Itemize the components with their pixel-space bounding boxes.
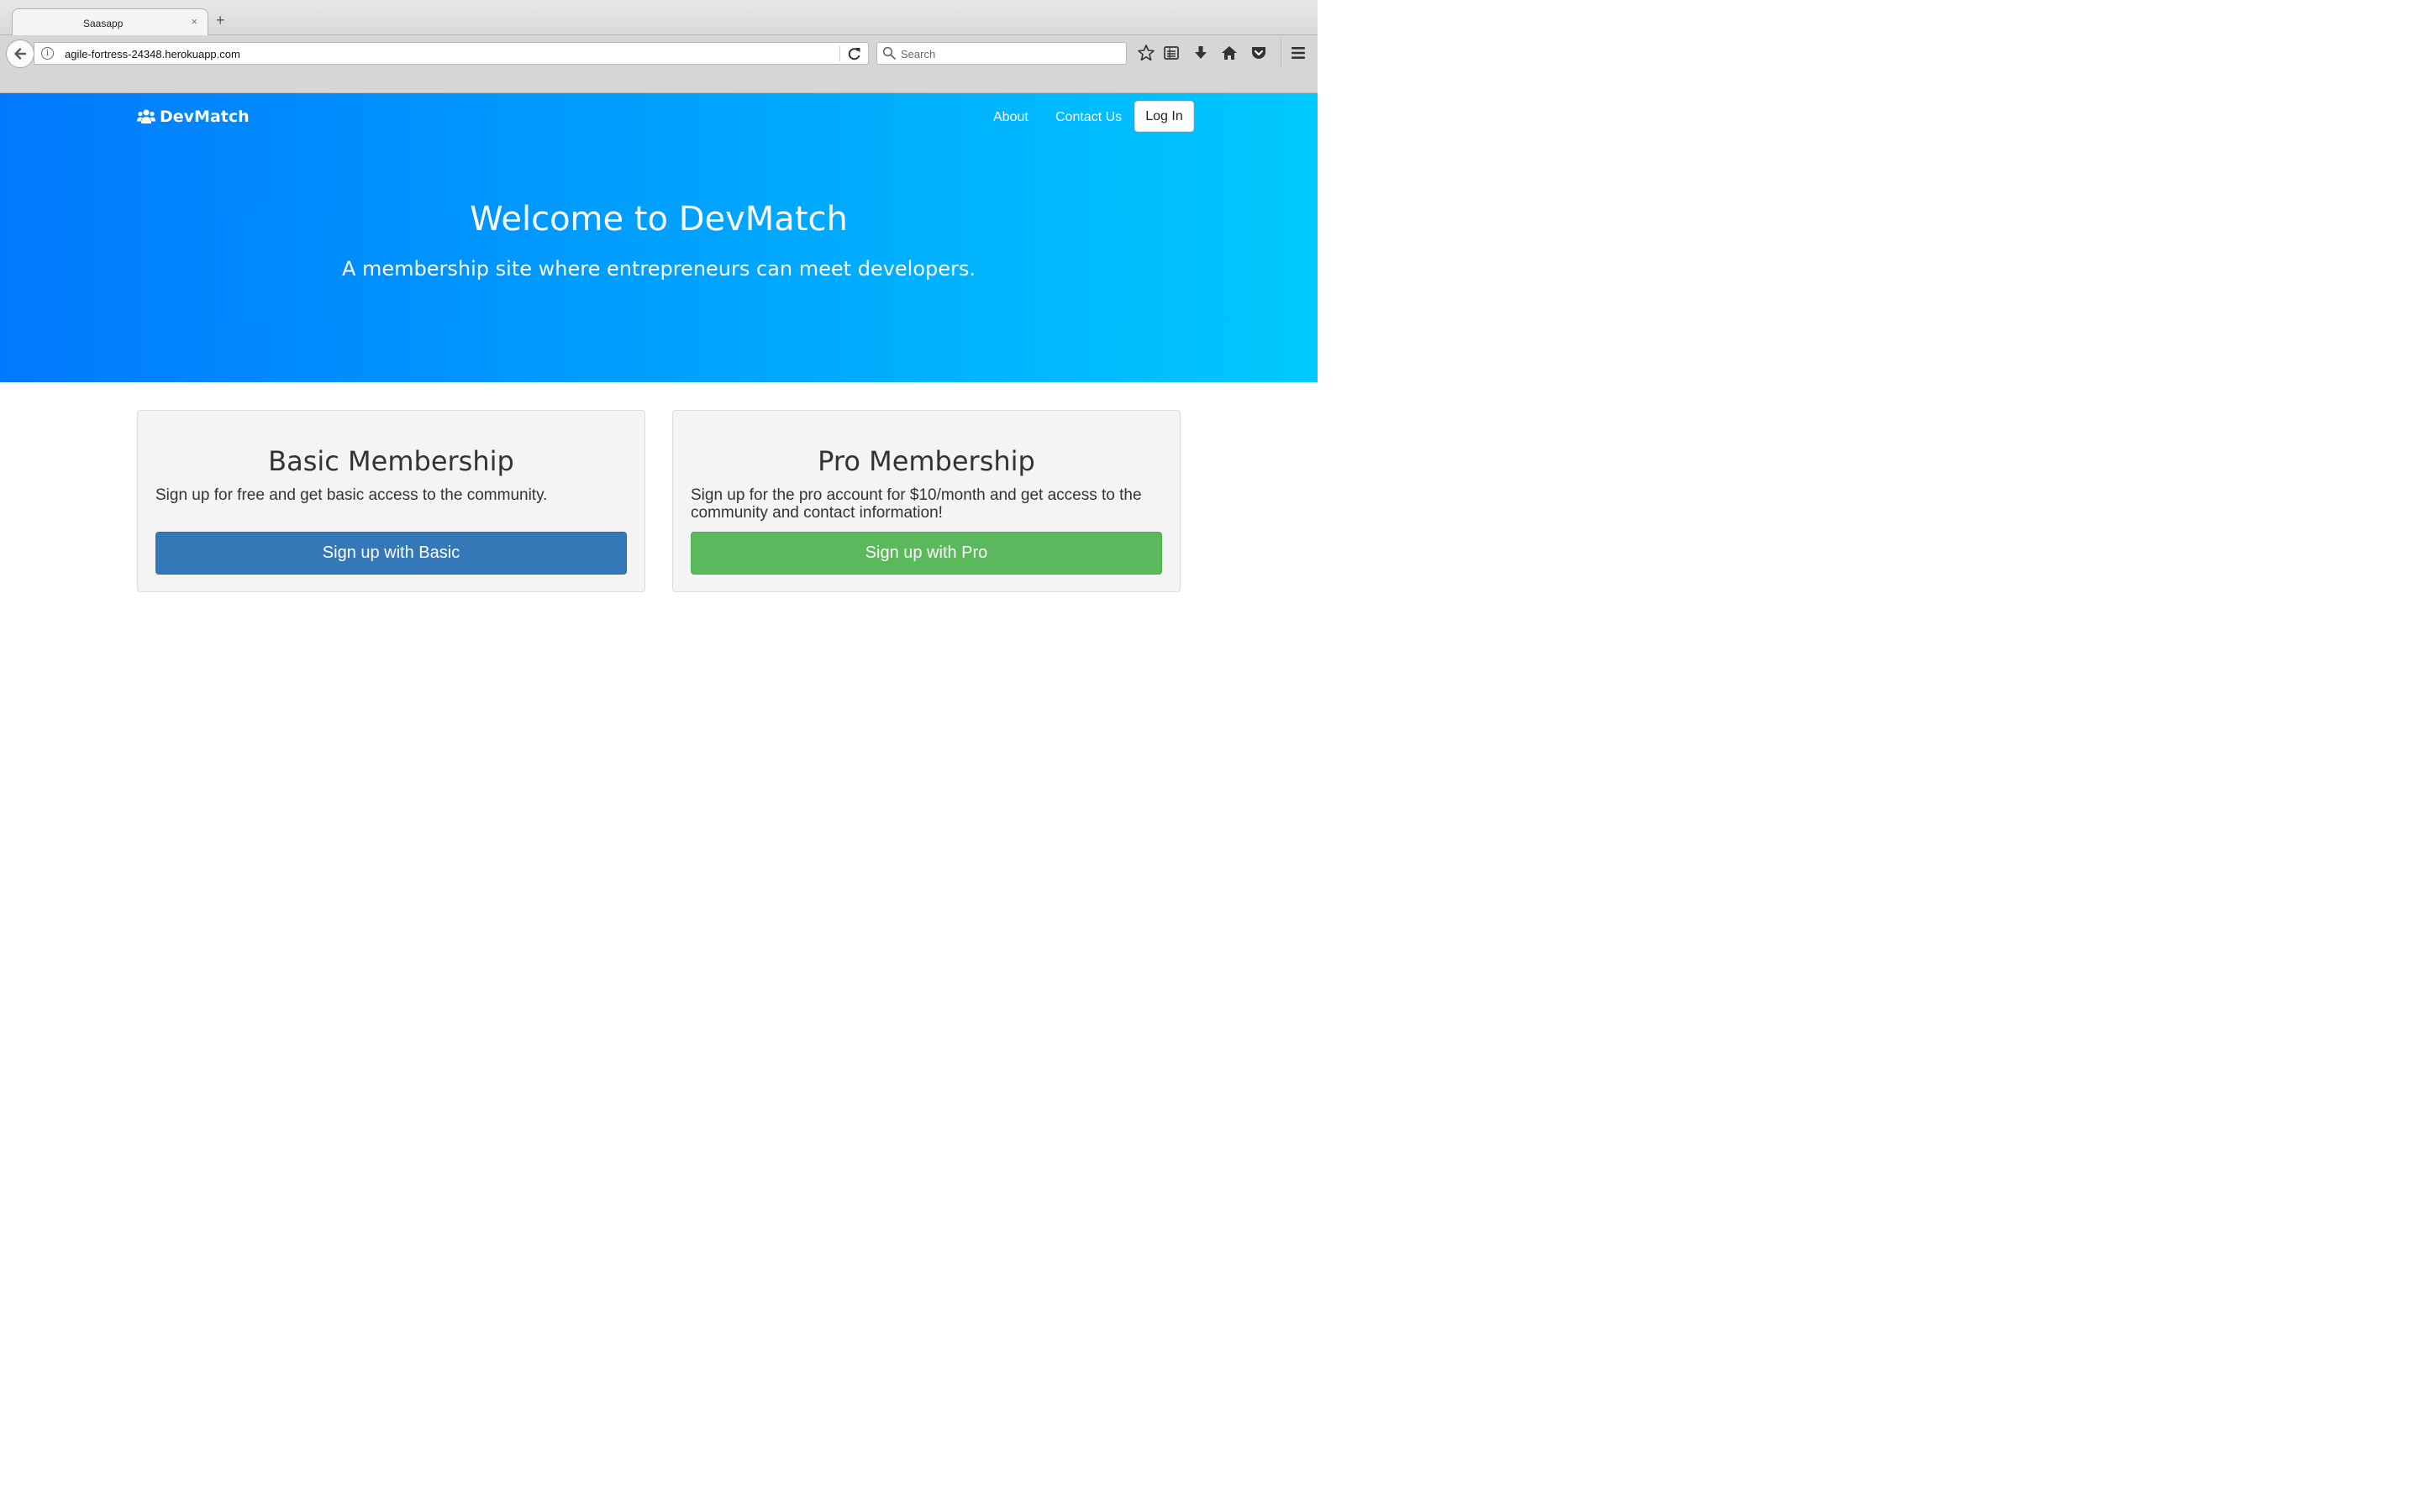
tab-close-icon[interactable]: ×: [191, 15, 197, 28]
tab-title: Saasapp: [83, 18, 124, 29]
hero-section: DevMatch About Contact Us Log In Welcome…: [0, 93, 1318, 382]
download-icon[interactable]: [1192, 44, 1210, 62]
back-arrow-icon: [14, 48, 27, 60]
hero-subtitle: A membership site where entrepreneurs ca…: [341, 257, 976, 281]
home-icon[interactable]: [1220, 44, 1239, 62]
basic-membership-card: Basic Membership Sign up for free and ge…: [137, 410, 645, 592]
brand-name: DevMatch: [160, 108, 250, 126]
pro-membership-card: Pro Membership Sign up for the pro accou…: [672, 410, 1181, 592]
browser-tab[interactable]: Saasapp ×: [12, 8, 208, 36]
url-bar[interactable]: i agile-fortress-24348.herokuapp.com: [34, 42, 869, 65]
url-divider: [839, 46, 840, 61]
nav-contact-link[interactable]: Contact Us: [1055, 110, 1122, 125]
hero-title: Welcome to DevMatch: [470, 200, 848, 239]
users-icon: [137, 109, 155, 123]
search-bar[interactable]: Search: [876, 42, 1127, 65]
pocket-icon[interactable]: [1249, 44, 1268, 62]
browser-tabstrip: Saasapp × +: [0, 0, 1318, 36]
sign-up-pro-button[interactable]: Sign up with Pro: [691, 532, 1162, 575]
bookmark-star-icon[interactable]: [1137, 44, 1155, 62]
reload-icon[interactable]: [846, 45, 863, 62]
back-button[interactable]: [6, 39, 34, 68]
info-icon[interactable]: i: [41, 47, 54, 60]
search-icon: [882, 46, 896, 60]
card-title: Basic Membership: [268, 445, 514, 477]
url-text[interactable]: agile-fortress-24348.herokuapp.com: [65, 48, 240, 60]
login-button[interactable]: Log In: [1134, 101, 1194, 132]
browser-toolbar: i agile-fortress-24348.herokuapp.com Sea…: [0, 35, 1318, 93]
sign-up-basic-button[interactable]: Sign up with Basic: [155, 532, 627, 575]
card-description: Sign up for the pro account for $10/mont…: [691, 486, 1142, 522]
brand-link[interactable]: DevMatch: [137, 108, 250, 126]
card-title: Pro Membership: [818, 445, 1035, 477]
search-input[interactable]: Search: [901, 48, 935, 60]
card-description: Sign up for free and get basic access to…: [155, 486, 548, 504]
nav-about-link[interactable]: About: [993, 110, 1028, 125]
hamburger-menu-icon[interactable]: [1289, 44, 1307, 62]
new-tab-icon[interactable]: +: [216, 13, 225, 28]
reading-list-icon[interactable]: [1162, 44, 1181, 62]
